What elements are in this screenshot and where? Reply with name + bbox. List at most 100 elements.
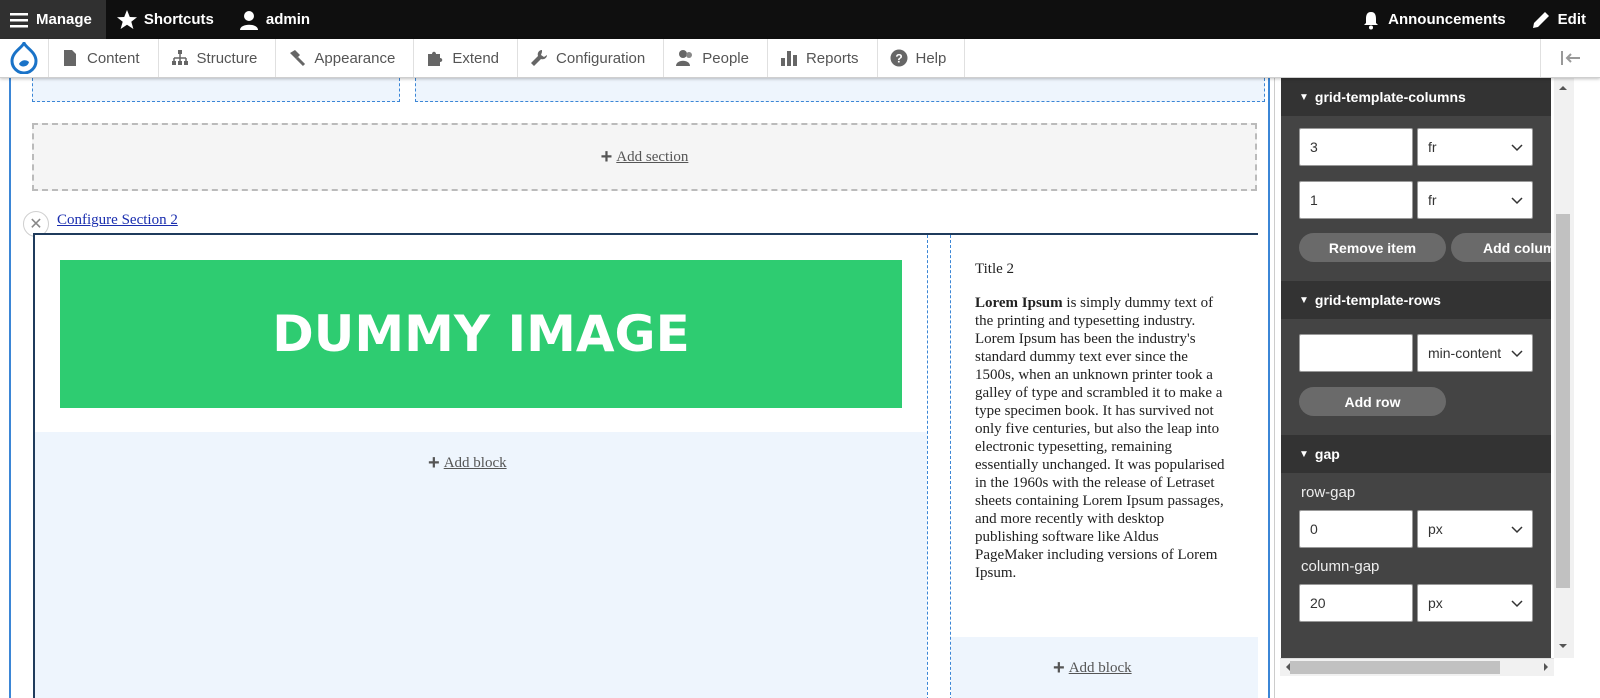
block-body-text: Lorem Ipsum is simply dummy text of the … (975, 294, 1225, 582)
drupal-drop-icon (10, 42, 38, 74)
lorem-rest: is simply dummy text of the printing and… (975, 295, 1225, 581)
menu-configuration[interactable]: Configuration (518, 39, 665, 77)
add-row-button[interactable]: Add row (1299, 387, 1446, 416)
scroll-left-icon[interactable] (1283, 661, 1293, 673)
region-previous-first (32, 78, 400, 102)
manage-label: Manage (36, 11, 92, 28)
column-gap-label: column-gap (1301, 558, 1380, 575)
drupal-logo[interactable] (0, 39, 49, 77)
pencil-icon (1532, 11, 1549, 28)
menu-label: Configuration (556, 49, 646, 67)
people-icon (676, 50, 693, 66)
add-block-second: + Add block (1053, 657, 1132, 680)
admin-toolbar: Manage Shortcuts admin Announcements Edi… (0, 0, 1600, 39)
menu-reports[interactable]: Reports (768, 39, 878, 77)
column-gap-input[interactable]: 20 (1299, 584, 1413, 622)
scroll-up-icon[interactable] (1557, 82, 1569, 94)
region-second: Title 2 Lorem Ipsum is simply dummy text… (951, 235, 1258, 698)
bell-icon (1364, 11, 1379, 29)
announcements-button[interactable]: Announcements (1350, 0, 1520, 39)
triangle-down-icon: ▼ (1299, 448, 1309, 460)
bar-chart-icon (780, 51, 797, 66)
dummy-image: DUMMY IMAGE (60, 260, 902, 408)
collapse-arrow-icon (1560, 51, 1580, 65)
menu-extend[interactable]: Extend (414, 39, 519, 77)
column-gap-unit-value: px (1428, 595, 1443, 611)
menu-structure[interactable]: Structure (159, 39, 277, 77)
vertical-scrollbar-thumb[interactable] (1556, 214, 1570, 588)
svg-text:?: ? (895, 52, 902, 66)
column-1-value-input[interactable]: 3 (1299, 128, 1413, 166)
menu-people[interactable]: People (664, 39, 768, 77)
configure-section-link[interactable]: Configure Section 2 (57, 212, 178, 229)
triangle-down-icon: ▼ (1299, 91, 1309, 103)
columns-header: grid-template-columns (1314, 89, 1466, 105)
shortcuts-button[interactable]: Shortcuts (106, 0, 228, 39)
gap-details-summary[interactable]: ▼ gap (1281, 435, 1551, 473)
column-2-unit-select[interactable]: fr (1417, 181, 1533, 219)
region-first: DUMMY IMAGE + Add block (35, 235, 928, 698)
menu-label: Content (87, 49, 140, 67)
row-gap-unit-select[interactable]: px (1417, 510, 1533, 548)
lorem-bold: Lorem Ipsum (975, 295, 1063, 311)
plus-icon: + (1053, 657, 1065, 679)
layout-canvas: + Add section ✕ Configure Section 2 DUMM… (0, 78, 1274, 698)
image-block[interactable]: DUMMY IMAGE (35, 235, 927, 432)
menu-label: Help (915, 49, 947, 67)
menu-help[interactable]: ? Help (878, 39, 966, 77)
block-title: Title 2 (975, 261, 1015, 277)
hamburger-icon (10, 12, 28, 27)
horizontal-scrollbar-thumb[interactable] (1290, 661, 1500, 674)
chevron-down-icon (1511, 600, 1523, 608)
document-icon (64, 50, 76, 66)
row-gap-unit-value: px (1428, 521, 1443, 537)
column-gap-unit-select[interactable]: px (1417, 584, 1533, 622)
column-1-unit-select[interactable]: fr (1417, 128, 1533, 166)
rows-details-summary[interactable]: ▼ grid-template-rows (1281, 281, 1551, 319)
row-gap-input[interactable]: 0 (1299, 510, 1413, 548)
sitemap-icon (171, 50, 188, 65)
row-1-unit-select[interactable]: min-content (1417, 334, 1533, 372)
add-block-link[interactable]: Add block (1069, 660, 1132, 677)
column-1-unit-value: fr (1428, 139, 1437, 155)
row-1-unit-value: min-content (1428, 345, 1502, 361)
columns-details-summary[interactable]: ▼ grid-template-columns (1281, 78, 1551, 116)
chevron-down-icon (1511, 350, 1523, 358)
grid-settings-panel: ▼ grid-template-columns 3 fr 1 fr Remove… (1281, 78, 1551, 668)
menu-content[interactable]: Content (49, 39, 159, 77)
region-previous-second (415, 78, 1265, 102)
menu-appearance[interactable]: Appearance (276, 39, 415, 77)
column-2-unit-value: fr (1428, 192, 1437, 208)
wrench-icon (531, 50, 548, 66)
admin-menu: Content Structure Appearance Extend Conf… (0, 39, 1600, 78)
user-label: admin (265, 11, 311, 28)
menu-label: Reports (805, 49, 859, 67)
column-gutter (928, 235, 951, 698)
chevron-down-icon (1511, 144, 1523, 152)
row-gap-label: row-gap (1301, 484, 1356, 501)
manage-button[interactable]: Manage (0, 0, 106, 39)
announcements-label: Announcements (1388, 11, 1506, 28)
plus-icon: + (428, 452, 440, 474)
column-2-value-input[interactable]: 1 (1299, 181, 1413, 219)
remove-item-button[interactable]: Remove item (1299, 233, 1446, 262)
gap-header: gap (1314, 446, 1340, 462)
row-1-value-input[interactable] (1299, 334, 1413, 372)
edit-label: Edit (1557, 11, 1586, 28)
collapse-toolbar-button[interactable] (1540, 39, 1600, 77)
paintbrush-icon (290, 50, 306, 67)
plus-icon: + (600, 145, 613, 168)
menu-label: People (702, 49, 749, 67)
region-first-empty: + Add block (35, 432, 927, 698)
user-button[interactable]: admin (228, 0, 324, 39)
rows-header: grid-template-rows (1314, 292, 1441, 308)
scroll-down-icon[interactable] (1557, 640, 1569, 652)
edit-button[interactable]: Edit (1520, 0, 1600, 39)
add-block-link[interactable]: Add block (444, 455, 507, 472)
add-section-link[interactable]: Add section (616, 149, 688, 166)
add-column-button[interactable]: Add column (1451, 233, 1551, 262)
puzzle-icon (428, 51, 443, 66)
scroll-right-icon[interactable] (1541, 661, 1551, 673)
shortcuts-label: Shortcuts (143, 11, 214, 28)
menu-label: Structure (196, 49, 258, 67)
